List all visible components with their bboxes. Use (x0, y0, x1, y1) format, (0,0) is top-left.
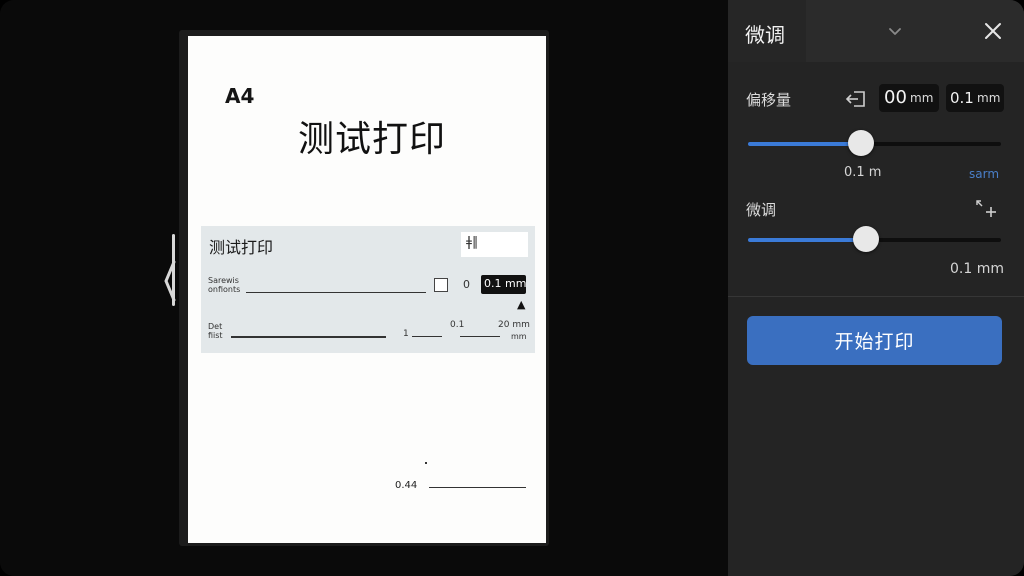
offset-slider[interactable] (748, 130, 1001, 156)
bottom-line (429, 487, 526, 488)
row2-num-3: 20 mm (498, 320, 530, 330)
row2-line-1 (231, 336, 386, 338)
app-window: A4 测试打印 测试打印 ǂ∥ Sarewis onfionts 0 0.1 m… (0, 0, 1024, 576)
adjust-panel: 微调 偏移量 00 mm 0.1 mm 0.1 m sarm 微调 0.1 mm… (728, 0, 1024, 576)
row2-num-2: 0.1 (450, 320, 465, 330)
offset-arrow-icon[interactable] (845, 90, 867, 108)
close-icon[interactable] (982, 20, 1004, 42)
band-value-pill: 0.1 mm (481, 275, 526, 294)
offset-value-2: 0.1 (950, 89, 974, 107)
band-checkbox (434, 278, 448, 292)
offset-slider-fill (748, 142, 862, 146)
print-preview-area: A4 测试打印 测试打印 ǂ∥ Sarewis onfionts 0 0.1 m… (0, 0, 728, 576)
band-glyph: ǂ∥ (466, 235, 479, 250)
row1-line (246, 292, 426, 293)
offset-value-field-1[interactable]: 00 mm (879, 84, 939, 112)
offset-value-1: 00 (884, 87, 907, 108)
band-small-num: 0 (463, 278, 470, 291)
row1-label-b: onfionts (208, 285, 241, 294)
band-box: ǂ∥ (461, 232, 528, 257)
offset-readout: 0.1 m (844, 165, 882, 180)
offset-readout-extra: sarm (969, 167, 1000, 181)
arrow-up-icon: ▲ (517, 298, 526, 311)
panel-header: 微调 (728, 0, 1024, 62)
fine-slider[interactable] (748, 226, 1001, 252)
fine-readout: 0.1 mm (950, 261, 1004, 277)
offset-slider-knob[interactable] (848, 130, 875, 156)
row2-unit: mm (511, 332, 527, 341)
fine-slider-fill (748, 238, 867, 242)
chevron-down-icon[interactable] (886, 22, 904, 40)
offset-value-field-2[interactable]: 0.1 mm (946, 84, 1004, 112)
row2-label-b: fiist (208, 331, 223, 340)
bottom-number: 0.44 (395, 480, 418, 491)
preview-page: A4 测试打印 测试打印 ǂ∥ Sarewis onfionts 0 0.1 m… (188, 36, 546, 543)
row2-label-a: Det (208, 322, 223, 331)
offset-unit-2: mm (977, 91, 1001, 105)
row2-line-3 (460, 336, 500, 337)
panel-title: 微调 (745, 23, 785, 47)
fine-adjust-icon[interactable] (975, 199, 999, 219)
page-title: 测试打印 (298, 119, 447, 160)
chevron-left-icon[interactable] (162, 256, 178, 306)
fine-label: 微调 (746, 201, 777, 219)
row1-label-a: Sarewis (208, 276, 239, 285)
tab-fine-tune[interactable]: 微调 (728, 0, 806, 62)
panel-divider (728, 296, 1024, 297)
row2-line-2 (412, 336, 442, 337)
offset-unit-1: mm (910, 91, 934, 105)
band-title: 测试打印 (209, 238, 274, 257)
page-dot (425, 462, 427, 464)
start-print-button[interactable]: 开始打印 (747, 316, 1002, 365)
row2-num-1: 1 (403, 329, 409, 339)
offset-label: 偏移量 (746, 91, 792, 109)
test-band: 测试打印 ǂ∥ Sarewis onfionts 0 0.1 mm ▲ Det … (201, 226, 535, 353)
paper-size-label: A4 (225, 84, 255, 108)
fine-slider-knob[interactable] (853, 226, 880, 252)
